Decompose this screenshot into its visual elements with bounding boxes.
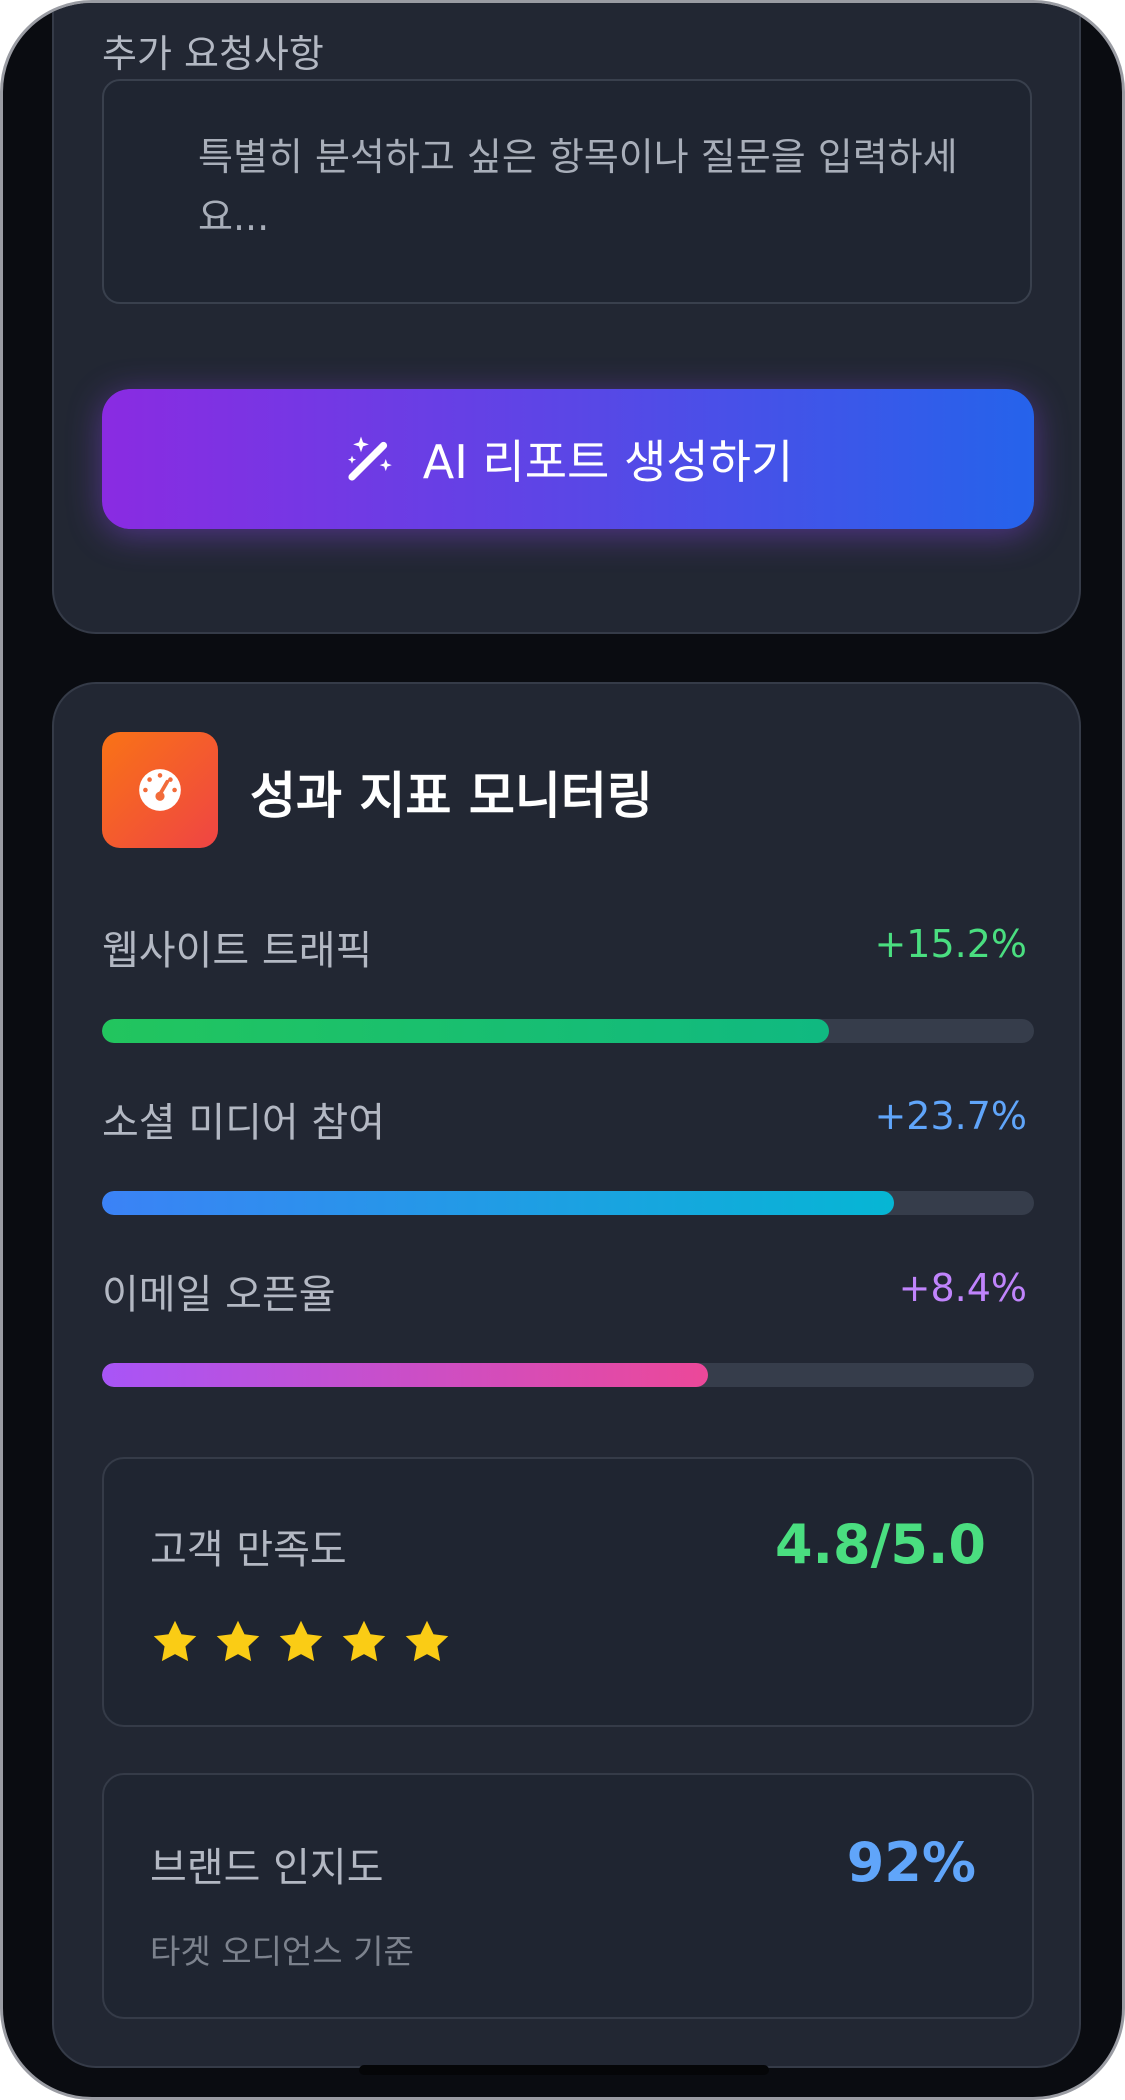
metric-value-social-engagement: +23.7% [874, 1094, 1027, 1138]
star-icon [342, 1620, 386, 1662]
home-indicator [359, 2065, 769, 2075]
star-icon [279, 1620, 323, 1662]
generate-report-label: AI 리포트 생성하기 [422, 435, 794, 489]
metric-value-email-open-rate: +8.4% [898, 1266, 1027, 1310]
progress-fill-social-engagement [102, 1191, 895, 1215]
request-card: 추가 요청사항 특별히 분석하고 싶은 항목이나 질문을 입력하세요... AI… [52, 3, 1081, 634]
metric-label-social-engagement: 소셜 미디어 참여 [102, 1100, 386, 1146]
metrics-card: 성과 지표 모니터링 웹사이트 트래픽 +15.2% 소셜 미디어 참여 +23… [52, 682, 1081, 2068]
phone-frame: 추가 요청사항 특별히 분석하고 싶은 항목이나 질문을 입력하세요... AI… [0, 0, 1125, 2100]
request-placeholder: 특별히 분석하고 싶은 항목이나 질문을 입력하세요... [198, 135, 958, 239]
magic-wand-sparkles-icon [347, 436, 392, 481]
metric-label-web-traffic: 웹사이트 트래픽 [102, 928, 373, 974]
metrics-title: 성과 지표 모니터링 [250, 767, 653, 825]
progress-fill-web-traffic [102, 1019, 829, 1043]
metric-label-email-open-rate: 이메일 오픈율 [102, 1272, 336, 1318]
satisfaction-label: 고객 만족도 [150, 1527, 347, 1573]
gauge-icon [139, 769, 181, 811]
progress-fill-email-open-rate [102, 1363, 708, 1387]
star-icon [216, 1620, 260, 1662]
star-icon [405, 1620, 449, 1662]
generate-report-button[interactable]: AI 리포트 생성하기 [102, 389, 1034, 529]
brand-awareness-note: 타겟 오디언스 기준 [150, 1932, 414, 1971]
brand-awareness-value: 92% [846, 1831, 976, 1894]
brand-awareness-card: 브랜드 인지도 92% 타겟 오디언스 기준 [102, 1773, 1034, 2019]
request-label: 추가 요청사항 [102, 32, 324, 76]
satisfaction-card: 고객 만족도 4.8/5.0 [102, 1457, 1034, 1727]
progress-track-social-engagement [102, 1191, 1034, 1215]
star-rating [150, 1617, 452, 1667]
progress-track-web-traffic [102, 1019, 1034, 1043]
gauge-icon-tile [102, 732, 218, 848]
brand-awareness-label: 브랜드 인지도 [150, 1845, 384, 1891]
progress-track-email-open-rate [102, 1363, 1034, 1387]
satisfaction-value: 4.8/5.0 [774, 1513, 986, 1576]
star-icon [153, 1620, 197, 1662]
metric-value-web-traffic: +15.2% [874, 922, 1027, 966]
request-textarea[interactable]: 특별히 분석하고 싶은 항목이나 질문을 입력하세요... [102, 79, 1032, 304]
